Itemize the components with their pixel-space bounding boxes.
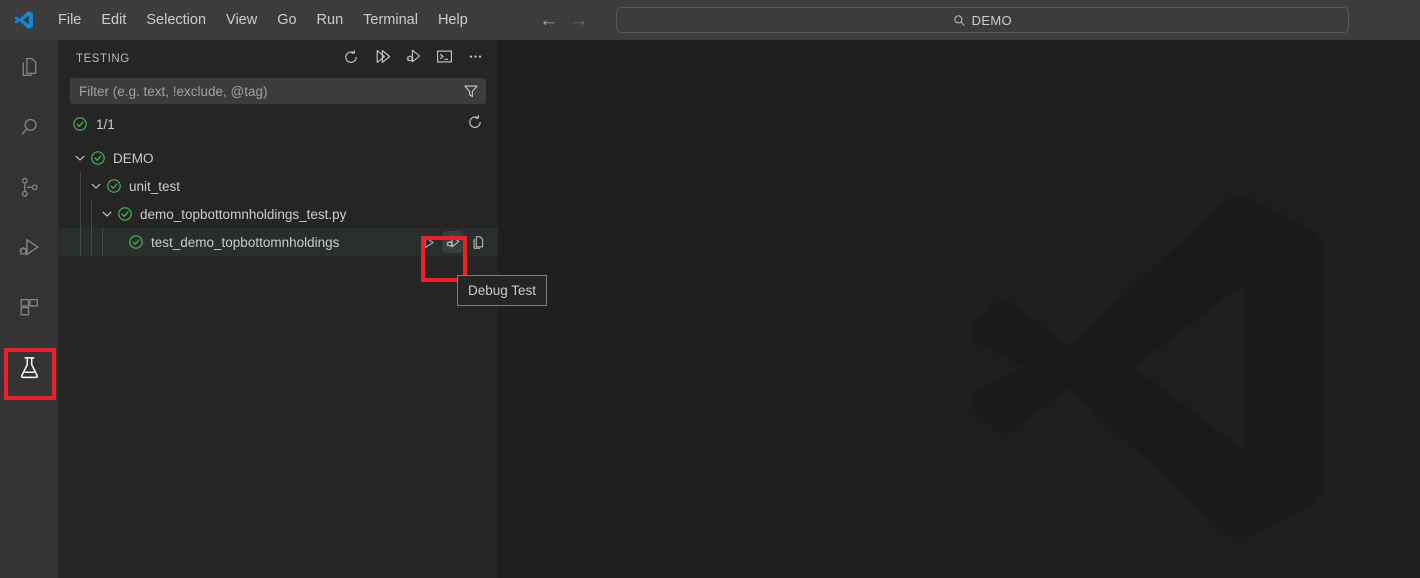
run-all-tests-button[interactable] [372, 49, 392, 69]
sidebar-item-run-and-debug[interactable] [0, 220, 58, 280]
vscode-watermark-logo [918, 157, 1388, 578]
run-icon [421, 235, 436, 250]
test-tree-item-label: demo_topbottomnholdings_test.py [140, 206, 347, 222]
pass-check-icon [128, 234, 144, 250]
menu-go[interactable]: Go [268, 8, 305, 32]
debug-all-icon [405, 48, 422, 70]
arrow-right-icon[interactable]: → [569, 11, 589, 30]
debug-icon [445, 234, 461, 250]
pass-check-icon [72, 116, 88, 132]
chevron-down-icon[interactable] [99, 206, 115, 222]
pass-check-icon [90, 150, 106, 166]
menu-terminal[interactable]: Terminal [354, 8, 427, 32]
terminal-icon [436, 48, 453, 70]
test-tree-item-test-case[interactable]: test_demo_topbottomnholdings [58, 228, 498, 256]
test-tree-item-label: unit_test [129, 178, 181, 194]
tooltip-label: Debug Test [468, 283, 537, 298]
ellipsis-icon [467, 48, 484, 70]
status-refresh-button[interactable] [465, 114, 485, 134]
testing-sidebar: TESTING Filter (e.g. text, !exclude, @ta… [58, 40, 498, 578]
vscode-logo-icon [0, 0, 48, 40]
refresh-tests-button[interactable] [341, 49, 361, 69]
menu-help[interactable]: Help [429, 8, 477, 32]
status-left: 1/1 [72, 116, 465, 132]
test-results-status: 1/1 [58, 110, 498, 138]
arrow-left-icon[interactable]: ← [539, 11, 559, 30]
run-test-button[interactable] [417, 231, 439, 253]
quick-input-value: DEMO [971, 12, 1012, 28]
test-item-actions [417, 231, 498, 253]
title-bar: File Edit Selection View Go Run Terminal… [0, 0, 1420, 40]
sidebar-item-extensions[interactable] [0, 280, 58, 340]
source-control-icon [17, 175, 42, 205]
more-actions-button[interactable] [465, 49, 485, 69]
search-icon [953, 14, 966, 27]
go-to-test-button[interactable] [467, 231, 489, 253]
filter-placeholder: Filter (e.g. text, !exclude, @tag) [79, 83, 268, 99]
menu-bar: File Edit Selection View Go Run Terminal… [48, 0, 478, 40]
search-input[interactable]: Filter (e.g. text, !exclude, @tag) [70, 78, 486, 104]
filter-row: Filter (e.g. text, !exclude, @tag) [58, 78, 498, 104]
test-tree-item-unit-test[interactable]: unit_test [58, 172, 498, 200]
activity-bar [0, 40, 58, 578]
editor-area [498, 40, 1420, 578]
files-icon [17, 55, 42, 85]
refresh-icon [343, 49, 359, 70]
sidebar-item-explorer[interactable] [0, 40, 58, 100]
chevron-down-icon[interactable] [88, 178, 104, 194]
pass-check-icon [106, 178, 122, 194]
quick-input-search[interactable]: DEMO [615, 7, 1349, 33]
go-to-file-icon [471, 235, 486, 250]
search-icon [17, 115, 42, 145]
sidebar-item-testing[interactable] [0, 340, 58, 400]
sidebar-actions [341, 49, 485, 69]
test-tree-item-test-file[interactable]: demo_topbottomnholdings_test.py [58, 200, 498, 228]
test-explorer-tree: DEMO unit_test demo_topbottomnholdings_t… [58, 144, 498, 256]
test-tree-item-label: DEMO [113, 150, 154, 166]
tooltip-debug-test: Debug Test [457, 275, 548, 306]
sidebar-item-search[interactable] [0, 100, 58, 160]
beaker-icon [16, 354, 43, 386]
sidebar-item-source-control[interactable] [0, 160, 58, 220]
menu-edit[interactable]: Edit [92, 8, 135, 32]
debug-all-tests-button[interactable] [403, 49, 423, 69]
pass-check-icon [117, 206, 133, 222]
show-output-button[interactable] [434, 49, 454, 69]
chevron-down-icon[interactable] [72, 150, 88, 166]
menu-selection[interactable]: Selection [137, 8, 215, 32]
test-tree-item-demo[interactable]: DEMO [58, 144, 498, 172]
extensions-icon [17, 295, 42, 325]
debug-alt-icon [17, 235, 42, 265]
page-title: TESTING [76, 53, 130, 65]
run-all-icon [374, 48, 391, 70]
filter-icon[interactable] [463, 83, 479, 99]
sidebar-header: TESTING [58, 40, 498, 78]
debug-test-button[interactable] [442, 231, 464, 253]
menu-view[interactable]: View [217, 8, 266, 32]
refresh-icon [467, 114, 483, 135]
navigation-arrows: ← → [539, 11, 589, 30]
test-tree-item-label: test_demo_topbottomnholdings [151, 234, 340, 250]
vscode-window: File Edit Selection View Go Run Terminal… [0, 0, 1420, 578]
status-badge: 1/1 [96, 116, 115, 132]
menu-file[interactable]: File [49, 8, 90, 32]
menu-run[interactable]: Run [308, 8, 353, 32]
